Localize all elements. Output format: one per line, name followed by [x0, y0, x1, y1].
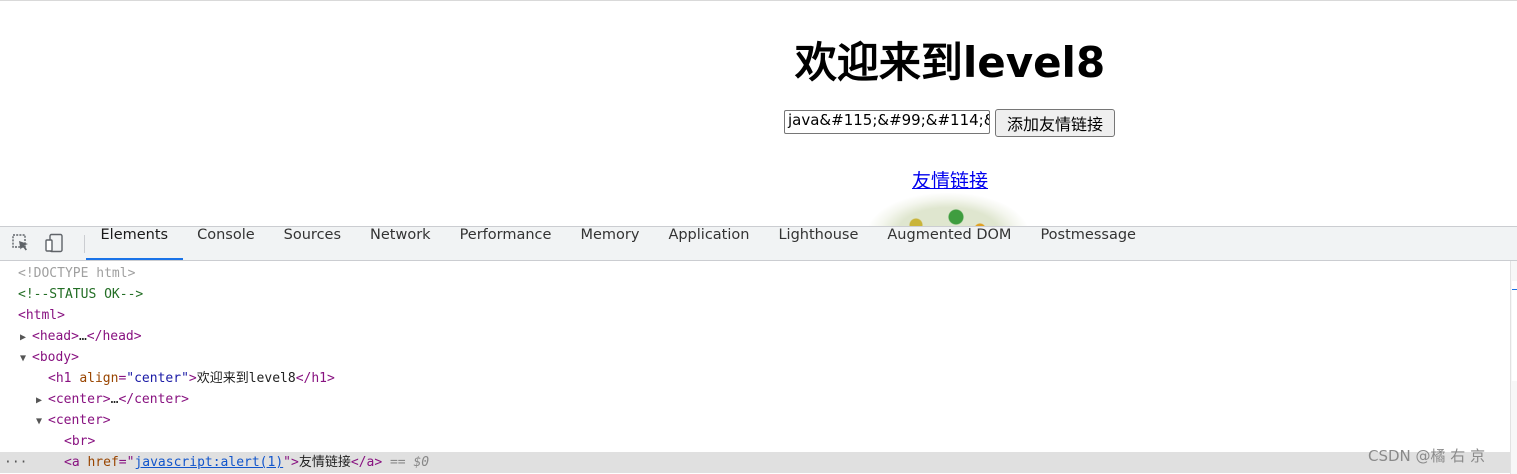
dom-node-h1[interactable]: <h1 align="center">欢迎来到level8</h1> [0, 368, 1517, 389]
elements-tree: <!DOCTYPE html> <!--STATUS OK--> <html> … [0, 261, 1517, 474]
center-open-tag: <center> [48, 413, 111, 428]
devtools-tabs: Elements Console Sources Network Perform… [86, 227, 1150, 260]
tab-memory[interactable]: Memory [566, 227, 654, 260]
dom-node-html[interactable]: <html> [0, 305, 1517, 326]
h1-open-tag: <h1 [48, 371, 72, 386]
watermark: CSDN @橘 右 京 [1368, 447, 1486, 465]
friend-link[interactable]: 友情链接 [850, 166, 1050, 193]
dom-node-anchor-selected[interactable]: ··· <a href="javascript:alert(1)">友情链接</… [0, 452, 1517, 473]
tab-console[interactable]: Console [183, 227, 270, 260]
page-image [868, 193, 1028, 227]
page-title: 欢迎来到level8 [794, 38, 1106, 87]
page-viewport: 欢迎来到level8 java&#115;&#99;&#114;&# 添加友情链… [0, 0, 1517, 227]
h1-attr-value: "center" [126, 371, 189, 386]
expand-triangle-icon[interactable]: ▶ [20, 327, 32, 348]
dom-node-center-collapsed[interactable]: ▶ <center>…</center> [0, 389, 1517, 410]
tab-lighthouse[interactable]: Lighthouse [764, 227, 873, 260]
tab-elements[interactable]: Elements [86, 227, 183, 260]
tab-performance[interactable]: Performance [445, 227, 566, 260]
html-tag: <html> [18, 308, 65, 323]
link-input[interactable]: java&#115;&#99;&#114;&# [784, 110, 990, 134]
head-close-tag: </head> [86, 329, 142, 344]
tab-augmented-dom[interactable]: Augmented DOM [873, 227, 1026, 260]
toolbar-divider [84, 235, 85, 253]
scrollbar-thumb[interactable] [1512, 281, 1517, 381]
add-link-button[interactable]: 添加友情链接 [995, 109, 1115, 137]
tab-application[interactable]: Application [654, 227, 764, 260]
elements-scrollbar[interactable] [1510, 261, 1517, 474]
comment-text: <!--STATUS OK--> [18, 287, 144, 302]
doctype-text: <!DOCTYPE html> [18, 266, 136, 281]
dom-node-center-expanded[interactable]: ▼ <center> [0, 410, 1517, 431]
dom-node-doctype[interactable]: <!DOCTYPE html> [0, 263, 1517, 284]
device-toolbar-icon[interactable] [44, 233, 64, 253]
devtools-toolbar: Elements Console Sources Network Perform… [0, 226, 1517, 261]
head-ellipsis: … [78, 329, 87, 344]
tab-sources[interactable]: Sources [269, 227, 355, 260]
h1-text: 欢迎来到level8 [196, 371, 296, 386]
a-attr-name: href [87, 455, 119, 470]
h1-close-tag: </h1> [295, 371, 335, 386]
a-open-tag: <a [64, 455, 80, 470]
dom-node-body[interactable]: ▼ <body> [0, 347, 1517, 368]
dom-node-head[interactable]: ▶ <head>…</head> [0, 326, 1517, 347]
row-menu-icon[interactable]: ··· [4, 452, 27, 473]
scroll-position-marker [1512, 289, 1517, 290]
h1-gt: > [188, 371, 197, 386]
h1-attr-name: align [79, 371, 119, 386]
inspect-element-icon[interactable] [11, 233, 31, 253]
a-close-tag: </a> [350, 455, 383, 470]
tab-postmessage[interactable]: Postmessage [1026, 227, 1151, 260]
tab-network[interactable]: Network [356, 227, 446, 260]
center-close-tag: </center> [118, 392, 189, 407]
br-tag: <br> [64, 434, 96, 449]
a-text: 友情链接 [298, 455, 351, 470]
dom-node-comment[interactable]: <!--STATUS OK--> [0, 284, 1517, 305]
center-open-tag: <center> [48, 392, 111, 407]
collapse-triangle-icon[interactable]: ▼ [36, 411, 48, 432]
selected-marker: == $0 [389, 455, 430, 470]
expand-triangle-icon[interactable]: ▶ [36, 390, 48, 411]
a-gt: > [291, 455, 299, 470]
head-open-tag: <head> [32, 329, 79, 344]
dom-node-br[interactable]: <br> [0, 431, 1517, 452]
a-href-value[interactable]: javascript:alert(1) [134, 455, 283, 470]
body-open-tag: <body> [32, 350, 79, 365]
collapse-triangle-icon[interactable]: ▼ [20, 348, 32, 369]
devtools-panel: Elements Console Sources Network Perform… [0, 226, 1517, 474]
